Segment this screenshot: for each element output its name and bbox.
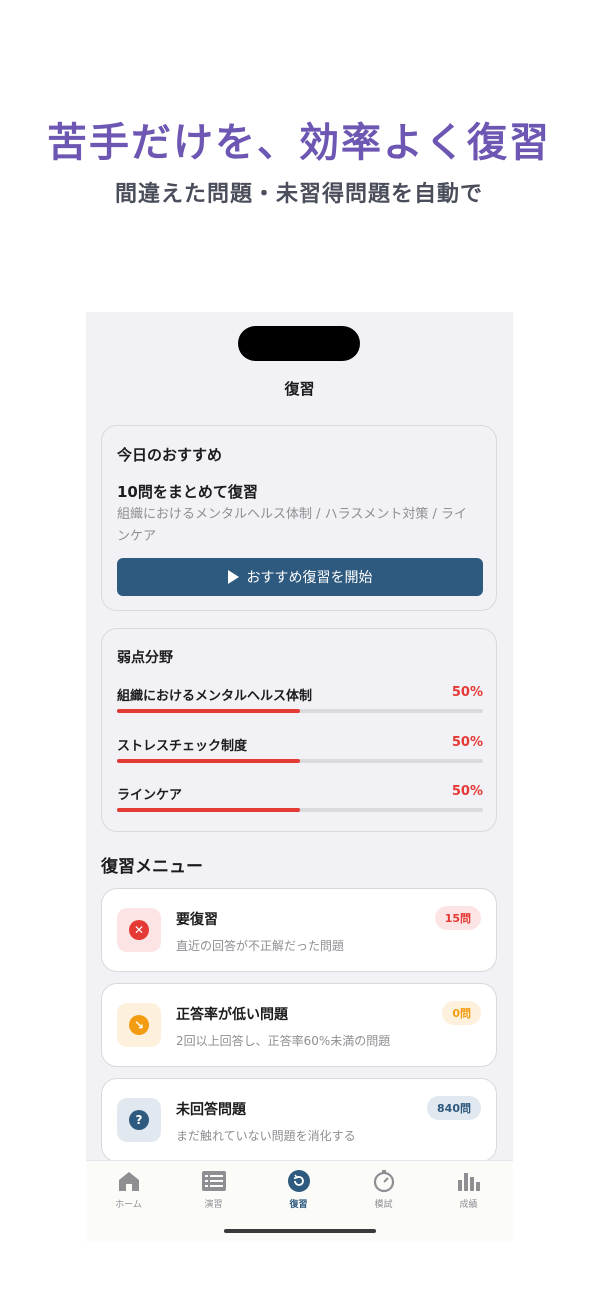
tab-bar: ホーム 演習 復習 模試 成績 xyxy=(86,1160,513,1242)
menu-icon-box: ✕ xyxy=(117,908,161,952)
menu-icon-box: ↘ xyxy=(117,1003,161,1047)
menu-item-description: まだ触れていない問題を消化する xyxy=(176,1129,356,1143)
menu-icon-box: ? xyxy=(117,1098,161,1142)
weak-area-bar-fill xyxy=(117,709,300,713)
list-icon xyxy=(201,1171,226,1191)
tab-mock-exam[interactable]: 模試 xyxy=(341,1169,426,1210)
menu-item-label: 未回答問題 xyxy=(176,1102,246,1118)
weak-areas-title: 弱点分野 xyxy=(117,650,173,666)
menu-item-low-accuracy[interactable]: ↘ 正答率が低い問題 2回以上回答し、正答率60%未満の問題 0問 xyxy=(101,983,497,1067)
menu-item-description: 直近の回答が不正解だった問題 xyxy=(176,939,345,953)
weak-area-percent: 50% xyxy=(451,685,483,700)
weak-area-row: ストレスチェック制度 50% xyxy=(117,735,483,765)
weak-area-name: ラインケア xyxy=(117,788,183,803)
weak-area-row: 組織におけるメンタルヘルス体制 50% xyxy=(117,685,483,715)
menu-item-label: 要復習 xyxy=(176,912,218,928)
menu-item-needs-review[interactable]: ✕ 要復習 直近の回答が不正解だった問題 15問 xyxy=(101,888,497,972)
weak-area-bar-track xyxy=(117,808,483,812)
tab-label: 演習 xyxy=(204,1200,223,1210)
promo-headline: 苦手だけを、効率よく復習 xyxy=(47,120,551,166)
start-recommended-review-button[interactable]: おすすめ復習を開始 xyxy=(117,558,483,596)
review-menu-title: 復習メニュー xyxy=(101,857,203,877)
menu-item-label: 正答率が低い問題 xyxy=(176,1007,288,1023)
weak-area-bar-fill xyxy=(117,759,300,763)
weak-area-name: ストレスチェック制度 xyxy=(117,739,248,754)
x-circle-icon: ✕ xyxy=(129,920,149,940)
weak-area-name: 組織におけるメンタルヘルス体制 xyxy=(117,689,313,704)
start-button-label: おすすめ復習を開始 xyxy=(246,570,373,586)
count-badge: 15問 xyxy=(434,906,481,930)
tab-label: ホーム xyxy=(115,1200,142,1210)
menu-item-description: 2回以上回答し、正答率60%未満の問題 xyxy=(176,1034,391,1048)
recommendation-heading: 10問をまとめて復習 xyxy=(117,483,258,501)
weak-area-bar-track xyxy=(117,709,483,713)
tab-label: 成績 xyxy=(459,1200,478,1210)
review-icon xyxy=(287,1170,310,1192)
home-icon xyxy=(118,1172,139,1191)
tab-home[interactable]: ホーム xyxy=(86,1169,171,1210)
tab-label: 模試 xyxy=(374,1200,393,1210)
recommendation-card: 今日のおすすめ 10問をまとめて復習 組織におけるメンタルヘルス体制 / ハラス… xyxy=(101,425,497,611)
weak-area-row: ラインケア 50% xyxy=(117,784,483,814)
tab-label: 復習 xyxy=(289,1200,308,1210)
weak-area-percent: 50% xyxy=(451,784,483,799)
tab-review[interactable]: 復習 xyxy=(256,1169,341,1210)
tab-practice[interactable]: 演習 xyxy=(171,1169,256,1210)
weak-areas-card: 弱点分野 組織におけるメンタルヘルス体制 50% ストレスチェック制度 50% … xyxy=(101,628,497,832)
weak-area-percent: 50% xyxy=(451,735,483,750)
weak-area-bar-fill xyxy=(117,808,300,812)
bar-chart-icon xyxy=(457,1173,480,1191)
page-title: 復習 xyxy=(284,380,315,398)
recommendation-topics: 組織におけるメンタルヘルス体制 / ハラスメント対策 / ラインケア xyxy=(117,507,468,544)
dynamic-island xyxy=(238,326,360,361)
phone-screen: 復習 今日のおすすめ 10問をまとめて復習 組織におけるメンタルヘルス体制 / … xyxy=(86,312,513,1242)
tab-results[interactable]: 成績 xyxy=(426,1169,511,1210)
stopwatch-icon xyxy=(373,1170,394,1193)
play-icon xyxy=(227,570,239,584)
count-badge: 0問 xyxy=(442,1001,481,1025)
recommendation-title: 今日のおすすめ xyxy=(117,446,223,464)
home-indicator xyxy=(224,1229,376,1233)
menu-item-unanswered[interactable]: ? 未回答問題 まだ触れていない問題を消化する 840問 xyxy=(101,1078,497,1162)
trend-down-icon: ↘ xyxy=(129,1015,149,1035)
promo-subheadline: 間違えた問題・未習得問題を自動で xyxy=(114,182,483,207)
question-icon: ? xyxy=(129,1110,149,1130)
weak-area-bar-track xyxy=(117,759,483,763)
count-badge: 840問 xyxy=(427,1096,481,1120)
